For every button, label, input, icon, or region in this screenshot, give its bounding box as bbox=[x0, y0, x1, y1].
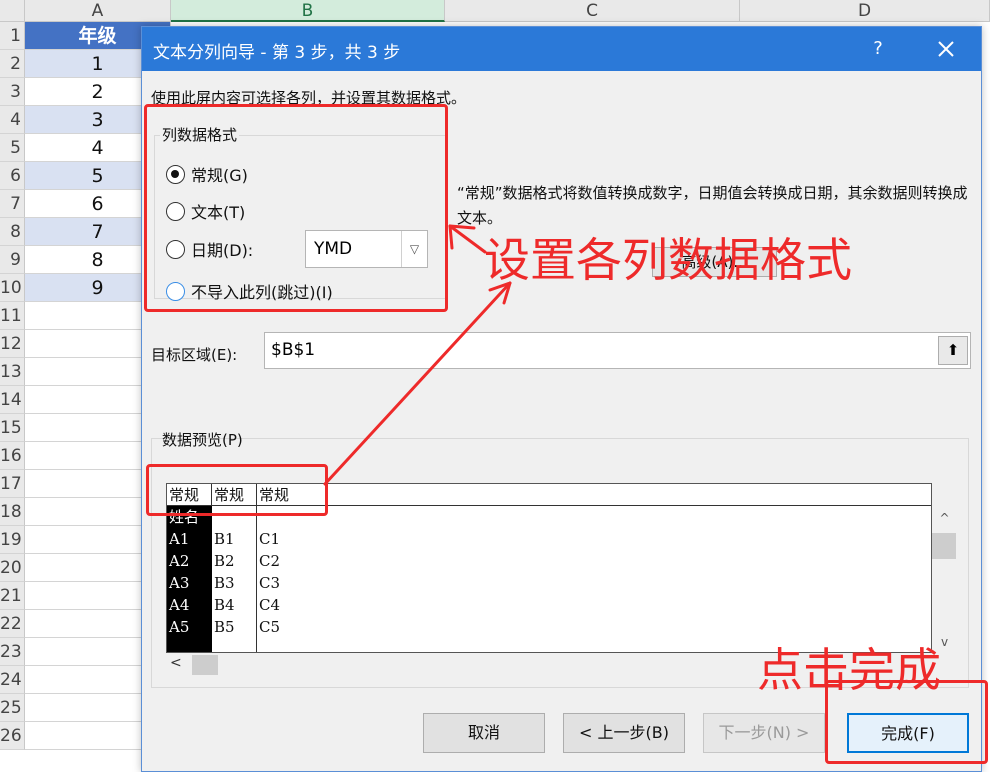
column-header-b[interactable]: B bbox=[171, 0, 445, 22]
annotation-box-preview-header bbox=[146, 464, 328, 516]
row-header[interactable]: 22 bbox=[0, 610, 25, 638]
preview-cell: A3 bbox=[169, 574, 190, 592]
row-header[interactable]: 12 bbox=[0, 330, 25, 358]
row-header[interactable]: 21 bbox=[0, 582, 25, 610]
destination-input[interactable]: $B$1 bbox=[264, 332, 971, 369]
preview-cell: B2 bbox=[214, 552, 235, 570]
row-header[interactable]: 6 bbox=[0, 162, 25, 190]
row-header[interactable]: 7 bbox=[0, 190, 25, 218]
preview-cell: C1 bbox=[259, 530, 281, 548]
row-header[interactable]: 18 bbox=[0, 498, 25, 526]
close-icon[interactable] bbox=[930, 34, 962, 64]
next-button[interactable]: 下一步(N) > bbox=[703, 713, 825, 753]
column-header-c[interactable]: C bbox=[445, 0, 740, 22]
scroll-up-icon[interactable]: ^ bbox=[932, 511, 957, 529]
preview-cell: C3 bbox=[259, 574, 281, 592]
dialog-title: 文本分列向导 - 第 3 步，共 3 步 bbox=[153, 43, 401, 63]
row-header[interactable]: 16 bbox=[0, 442, 25, 470]
row-header[interactable]: 23 bbox=[0, 638, 25, 666]
row-header[interactable]: 25 bbox=[0, 694, 25, 722]
row-header[interactable]: 3 bbox=[0, 78, 25, 106]
row-header[interactable]: 19 bbox=[0, 526, 25, 554]
column-header-a[interactable]: A bbox=[25, 0, 171, 22]
preview-label: 数据预览(P) bbox=[162, 431, 243, 449]
row-header[interactable]: 17 bbox=[0, 470, 25, 498]
row-header[interactable]: 15 bbox=[0, 414, 25, 442]
row-header[interactable]: 5 bbox=[0, 134, 25, 162]
preview-cell: C2 bbox=[259, 552, 281, 570]
preview-cell: B4 bbox=[214, 596, 235, 614]
row-header[interactable]: 13 bbox=[0, 358, 25, 386]
preview-cell: A1 bbox=[169, 530, 190, 548]
column-header-d[interactable]: D bbox=[740, 0, 990, 22]
preview-cell: B5 bbox=[214, 618, 235, 636]
select-all-corner[interactable] bbox=[0, 0, 25, 22]
scroll-left-icon[interactable]: < bbox=[170, 655, 182, 671]
collapse-dialog-icon[interactable]: ⬆ bbox=[938, 336, 968, 365]
preview-cell: C5 bbox=[259, 618, 281, 636]
row-header[interactable]: 11 bbox=[0, 302, 25, 330]
back-button[interactable]: < 上一步(B) bbox=[563, 713, 685, 753]
row-header[interactable]: 9 bbox=[0, 246, 25, 274]
row-header[interactable]: 14 bbox=[0, 386, 25, 414]
preview-cell: A2 bbox=[169, 552, 190, 570]
help-button[interactable]: ? bbox=[865, 36, 891, 62]
preview-vertical-scrollbar[interactable]: ^ v bbox=[932, 507, 957, 655]
row-header[interactable]: 20 bbox=[0, 554, 25, 582]
row-header[interactable]: 10 bbox=[0, 274, 25, 302]
annotation-box-format bbox=[144, 104, 448, 312]
preview-cell: B3 bbox=[214, 574, 235, 592]
row-header[interactable]: 24 bbox=[0, 666, 25, 694]
row-header[interactable]: 26 bbox=[0, 722, 25, 750]
preview-cell: A5 bbox=[169, 618, 190, 636]
row-header[interactable]: 2 bbox=[0, 50, 25, 78]
dialog-titlebar[interactable]: 文本分列向导 - 第 3 步，共 3 步 ? bbox=[142, 27, 981, 71]
row-header[interactable]: 1 bbox=[0, 22, 25, 50]
preview-column-3[interactable]: C1 C2 C3 C4 C5 bbox=[257, 506, 317, 652]
cancel-button[interactable]: 取消 bbox=[423, 713, 545, 753]
destination-label: 目标区域(E): bbox=[151, 346, 238, 364]
scroll-thumb-horizontal[interactable] bbox=[192, 655, 218, 675]
row-header[interactable]: 4 bbox=[0, 106, 25, 134]
preview-column-2[interactable]: B1 B2 B3 B4 B5 bbox=[212, 506, 257, 652]
preview-cell: C4 bbox=[259, 596, 281, 614]
scroll-thumb[interactable] bbox=[932, 533, 956, 559]
preview-header-cell[interactable]: 常规 bbox=[257, 484, 931, 506]
preview-cell: A4 bbox=[169, 596, 190, 614]
annotation-format-note: 设置各列数据格式 bbox=[484, 233, 852, 287]
preview-cell: B1 bbox=[214, 530, 235, 548]
row-header[interactable]: 8 bbox=[0, 218, 25, 246]
preview-column-1[interactable]: 姓名 A1 A2 A3 A4 A5 bbox=[167, 506, 212, 652]
annotation-finish-note: 点击完成 bbox=[757, 643, 941, 697]
